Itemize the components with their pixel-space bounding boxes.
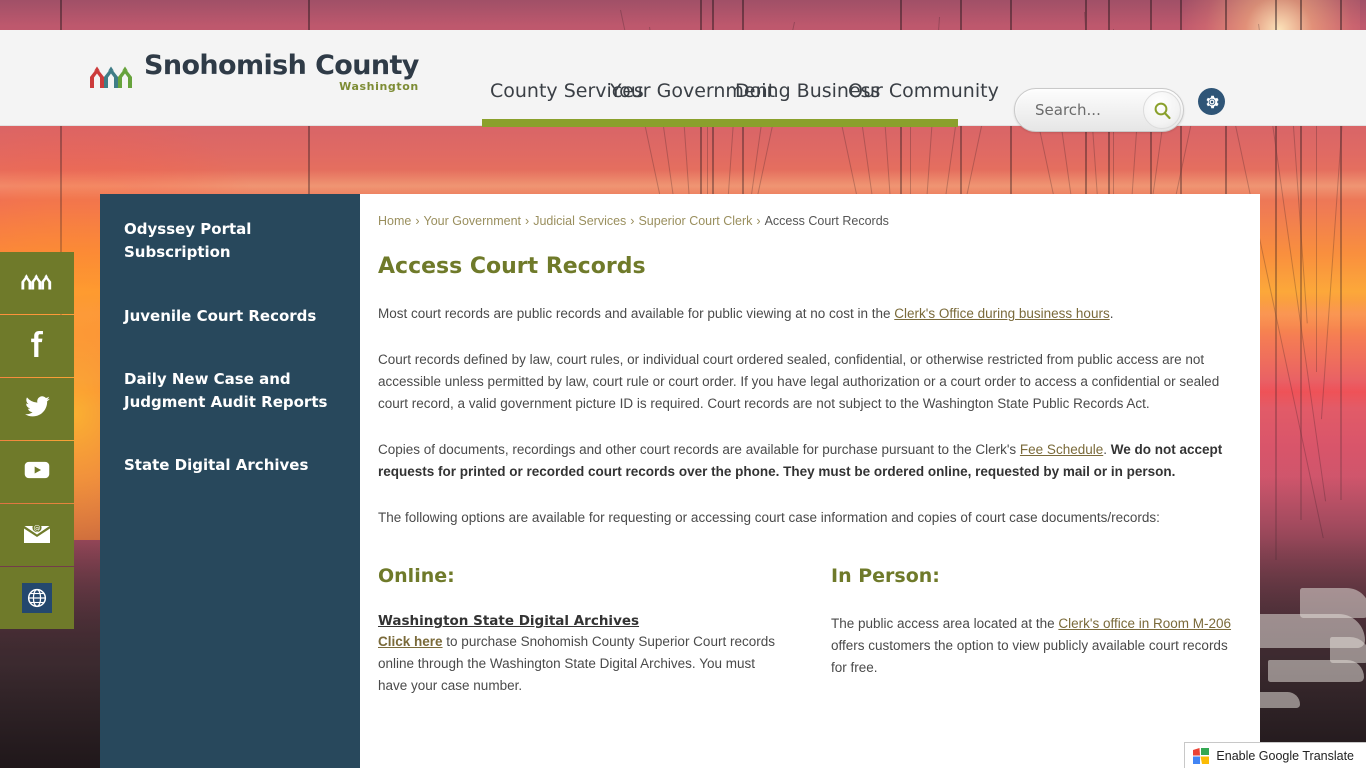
column-in-person-title: In Person: <box>831 565 940 587</box>
column-online: Online: Washington State Digital Archive… <box>378 565 783 721</box>
paragraph-3: Copies of documents, recordings and othe… <box>378 439 1236 483</box>
logo-title: Snohomish County <box>144 50 419 81</box>
breadcrumb-separator: › <box>630 214 635 228</box>
clerks-office-hours-link[interactable]: Clerk's Office during business hours <box>894 306 1109 321</box>
breadcrumb-link-your-government[interactable]: Your Government <box>424 214 522 228</box>
enable-google-translate-label: Enable Google Translate <box>1216 748 1354 763</box>
column-in-person-text: The public access area located at the Cl… <box>831 613 1236 679</box>
facebook-icon <box>24 330 50 362</box>
youtube-button[interactable] <box>0 441 74 503</box>
county-logo-button[interactable] <box>0 252 74 314</box>
column-in-person: In Person: The public access area locate… <box>831 565 1236 721</box>
search-button[interactable] <box>1143 91 1181 129</box>
click-here-link[interactable]: Click here <box>378 634 443 649</box>
nav-item-our-community[interactable]: Our Community <box>848 80 999 102</box>
breadcrumb: Home › Your Government › Judicial Services › S… <box>378 214 1236 228</box>
social-media-rail: @ <box>0 252 74 630</box>
translate-globe-button[interactable] <box>0 567 74 629</box>
sidebar-item-daily-new-case-and-judgment-audit-reports[interactable]: Daily New Case and Judgment Audit Report… <box>100 368 360 415</box>
breadcrumb-link-home[interactable]: Home <box>378 214 411 228</box>
breadcrumb-link-superior-court-clerk[interactable]: Superior Court Clerk <box>638 214 752 228</box>
svg-text:@: @ <box>34 524 41 532</box>
in-person-text-before: The public access area located at the <box>831 616 1059 631</box>
options-columns: Online: Washington State Digital Archive… <box>378 565 1236 721</box>
breadcrumb-current: Access Court Records <box>764 214 889 228</box>
search-input[interactable] <box>1033 89 1139 131</box>
youtube-icon <box>23 456 51 489</box>
sidebar-item-state-digital-archives[interactable]: State Digital Archives <box>100 454 360 477</box>
main-content: Home › Your Government › Judicial Services › S… <box>360 194 1260 768</box>
in-person-text-after: offers customers the option to view publ… <box>831 638 1228 675</box>
content-card: Odyssey Portal Subscription Juvenile Cour… <box>100 194 1260 768</box>
search-icon <box>1154 102 1171 119</box>
site-logo[interactable]: Snohomish County Washington <box>88 52 419 92</box>
boat-hull <box>1300 588 1366 618</box>
washington-state-digital-archives-link[interactable]: Washington State Digital Archives <box>378 613 783 629</box>
page-sidebar: Odyssey Portal Subscription Juvenile Cour… <box>100 194 360 768</box>
breadcrumb-separator: › <box>756 214 761 228</box>
column-online-title: Online: <box>378 565 455 587</box>
breadcrumb-separator: › <box>415 214 420 228</box>
enable-google-translate-button[interactable]: Enable Google Translate <box>1184 742 1366 768</box>
twitter-button[interactable] <box>0 378 74 440</box>
county-logo-icon <box>20 270 54 297</box>
nav-active-underline <box>482 119 958 127</box>
p1-text-after: . <box>1109 306 1114 321</box>
p1-text-before: Most court records are public records an… <box>378 306 895 321</box>
translate-globe-icon <box>22 583 52 613</box>
email-button[interactable]: @ <box>0 504 74 566</box>
clerks-office-room-link[interactable]: Clerk's office in Room M-206 <box>1058 616 1231 631</box>
search-box[interactable] <box>1014 88 1184 132</box>
boat-hull <box>1268 660 1364 682</box>
gear-icon <box>1206 95 1219 108</box>
breadcrumb-separator: › <box>525 214 530 228</box>
three-peaks-logo-icon <box>88 63 136 89</box>
column-online-text: Click here to purchase Snohomish County … <box>378 631 783 697</box>
facebook-button[interactable] <box>0 315 74 377</box>
twitter-icon <box>23 393 51 426</box>
sidebar-item-odyssey-portal-subscription[interactable]: Odyssey Portal Subscription <box>100 218 360 265</box>
paragraph-2: Court records defined by law, court rule… <box>378 352 1220 411</box>
fee-schedule-link[interactable]: Fee Schedule <box>1020 442 1103 457</box>
site-header: Snohomish County Washington County Servi… <box>0 30 1366 132</box>
sidebar-item-juvenile-court-records[interactable]: Juvenile Court Records <box>100 305 360 328</box>
paragraph-4: The following options are available for … <box>378 510 1160 525</box>
email-icon: @ <box>23 521 51 550</box>
settings-button[interactable] <box>1198 88 1225 115</box>
logo-subtitle: Washington <box>339 80 419 93</box>
paragraph-1: Most court records are public records an… <box>378 303 1236 325</box>
google-translate-icon <box>1193 747 1210 764</box>
breadcrumb-link-judicial-services[interactable]: Judicial Services <box>533 214 626 228</box>
boat-hull <box>1330 637 1366 663</box>
rigging-line <box>1320 74 1346 420</box>
page-root: Snohomish County Washington County Servi… <box>0 0 1366 768</box>
page-title: Access Court Records <box>378 254 646 279</box>
p3-text-after: . <box>1103 442 1111 457</box>
p3-text-before: Copies of documents, recordings and othe… <box>378 442 1020 457</box>
